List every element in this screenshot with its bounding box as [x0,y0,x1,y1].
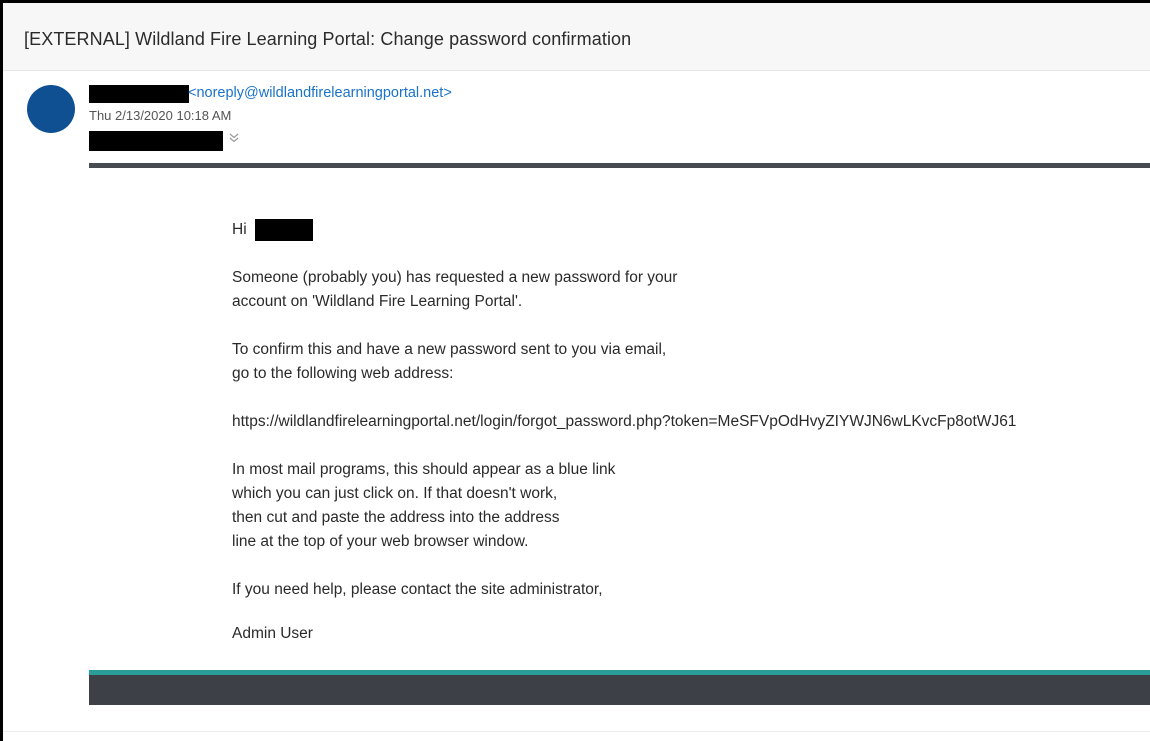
email-subject: [EXTERNAL] Wildland Fire Learning Portal… [24,29,632,49]
redacted-sender-name [89,85,189,103]
subject-bar: [EXTERNAL] Wildland Fire Learning Portal… [3,3,1150,71]
greeting: Hi [232,221,247,238]
paragraph-3-line-4: line at the top of your web browser wind… [232,533,529,550]
signature: Admin User [232,625,313,642]
redacted-recipient-name [255,219,313,241]
footer-bar [89,675,1150,705]
paragraph-1-line-1: Someone (probably you) has requested a n… [232,269,678,286]
message-header-rule [89,163,1150,168]
paragraph-4: If you need help, please contact the sit… [232,581,603,598]
paragraph-2-line-2: go to the following web address: [232,365,454,382]
bottom-divider [3,731,1150,732]
paragraph-1-line-2: account on 'Wildland Fire Learning Porta… [232,293,523,310]
sender-avatar[interactable] [27,85,75,133]
sent-date: Thu 2/13/2020 10:18 AM [89,108,232,123]
paragraph-3-line-1: In most mail programs, this should appea… [232,461,616,478]
paragraph-3-line-2: which you can just click on. If that doe… [232,485,558,502]
paragraph-3-line-3: then cut and paste the address into the … [232,509,560,526]
email-reading-pane: [EXTERNAL] Wildland Fire Learning Portal… [0,0,1150,741]
expand-recipients-icon[interactable] [228,132,240,144]
paragraph-2-line-1: To confirm this and have a new password … [232,341,667,358]
redacted-recipient [89,131,223,151]
reset-password-url[interactable]: https://wildlandfirelearningportal.net/l… [232,412,1016,432]
sender-email-link[interactable]: <noreply@wildlandfirelearningportal.net> [188,85,452,101]
